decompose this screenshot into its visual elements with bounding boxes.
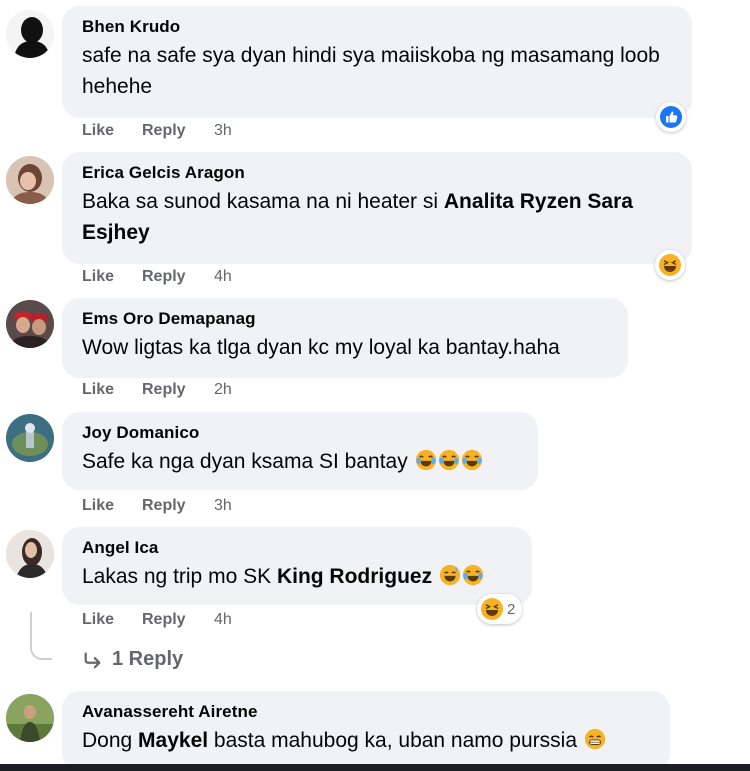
avatar[interactable]: [6, 156, 54, 204]
comment-timestamp[interactable]: 3h: [214, 497, 232, 515]
comment-author[interactable]: Ems Oro Demapanag: [82, 308, 608, 330]
avatar[interactable]: [6, 414, 54, 462]
haha-reaction-icon: [659, 254, 681, 276]
view-replies-link[interactable]: 1 Reply: [82, 648, 183, 671]
comment-text-part: Safe ka nga dyan ksama SI bantay: [82, 450, 408, 473]
comment-bubble: Joy Domanico Safe ka nga dyan ksama SI b…: [62, 412, 538, 490]
comment-author[interactable]: Avanassereht Airetne: [82, 701, 650, 723]
comment-author[interactable]: Joy Domanico: [82, 422, 518, 444]
comment-text: Wow ligtas ka tlga dyan kc my loyal ka b…: [82, 336, 560, 359]
reply-button[interactable]: Reply: [142, 497, 214, 515]
comment-text: Lakas ng trip mo SK King Rodriguez: [82, 561, 512, 592]
like-button[interactable]: Like: [82, 268, 142, 286]
like-button[interactable]: Like: [82, 381, 142, 399]
view-replies-label[interactable]: 1 Reply: [112, 648, 183, 671]
avatar-photo-icon: [6, 156, 54, 204]
reply-button[interactable]: Reply: [142, 122, 214, 140]
comment-text: safe na safe sya dyan hindi sya maiiskob…: [82, 44, 660, 98]
comment-timestamp[interactable]: 2h: [214, 381, 232, 399]
reaction-summary[interactable]: [655, 250, 685, 280]
reaction-summary[interactable]: [656, 102, 686, 132]
comment-author[interactable]: Angel Ica: [82, 537, 512, 559]
comment-bubble: Angel Ica Lakas ng trip mo SK King Rodri…: [62, 527, 532, 605]
like-button[interactable]: Like: [82, 497, 142, 515]
comment-actions: Like Reply 4h: [82, 611, 232, 629]
comment-timestamp[interactable]: 4h: [214, 611, 232, 629]
reply-button[interactable]: Reply: [142, 381, 214, 399]
comment-bubble: Bhen Krudo safe na safe sya dyan hindi s…: [62, 6, 692, 118]
comment-timestamp[interactable]: 4h: [214, 268, 232, 286]
avatar[interactable]: [6, 694, 54, 742]
comment-text-part: basta mahubog ka, uban namo purssia: [208, 729, 577, 752]
reaction-summary[interactable]: 2: [477, 594, 523, 624]
comment-text: Dong Maykel basta mahubog ka, uban namo …: [82, 725, 650, 756]
avatar-photo-icon: [6, 694, 54, 742]
reply-button[interactable]: Reply: [142, 611, 214, 629]
haha-reaction-icon: [481, 598, 503, 620]
comment-author[interactable]: Erica Gelcis Aragon: [82, 162, 672, 184]
joy-emoji-icon: [438, 449, 459, 471]
comment-author[interactable]: Bhen Krudo: [82, 16, 672, 38]
window-bottom-edge: [0, 764, 750, 771]
comment-text: Safe ka nga dyan ksama SI bantay: [82, 446, 518, 477]
comment-actions: Like Reply 3h: [82, 122, 232, 140]
comment-actions: Like Reply 2h: [82, 381, 232, 399]
avatar-photo-icon: [6, 300, 54, 348]
reply-thread-line: [30, 612, 52, 660]
comment-bubble: Avanassereht Airetne Dong Maykel basta m…: [62, 691, 670, 771]
reply-button[interactable]: Reply: [142, 268, 214, 286]
comment-text-part: Baka sa sunod kasama na ni heater si: [82, 190, 444, 213]
like-button[interactable]: Like: [82, 122, 142, 140]
avatar[interactable]: [6, 300, 54, 348]
avatar-silhouette-icon: [6, 10, 54, 58]
joy-emoji-icon: [462, 564, 484, 586]
avatar[interactable]: [6, 10, 54, 58]
comment-actions: Like Reply 4h: [82, 268, 232, 286]
joy-emoji-icon: [461, 449, 482, 471]
comment-text-part: Dong: [82, 729, 139, 752]
like-button[interactable]: Like: [82, 611, 142, 629]
reply-arrow-icon: [84, 651, 101, 668]
comment-actions: Like Reply 3h: [82, 497, 232, 515]
comment-timestamp[interactable]: 3h: [214, 122, 232, 140]
comment-text: Baka sa sunod kasama na ni heater si Ana…: [82, 186, 672, 248]
comment-text-part: Lakas ng trip mo SK: [82, 565, 277, 588]
like-reaction-icon: [660, 106, 682, 128]
mention-link[interactable]: King Rodriguez: [277, 565, 432, 588]
mention-link[interactable]: Maykel: [138, 729, 208, 752]
sweat-smile-emoji-icon: [439, 564, 461, 586]
grin-emoji-icon: [584, 728, 605, 750]
reaction-count: 2: [507, 600, 516, 618]
avatar-photo-icon: [6, 530, 54, 578]
comment-bubble: Erica Gelcis Aragon Baka sa sunod kasama…: [62, 152, 692, 264]
avatar[interactable]: [6, 530, 54, 578]
avatar-photo-icon: [6, 414, 54, 462]
comment-bubble: Ems Oro Demapanag Wow ligtas ka tlga dya…: [62, 298, 628, 378]
joy-emoji-icon: [415, 449, 436, 471]
